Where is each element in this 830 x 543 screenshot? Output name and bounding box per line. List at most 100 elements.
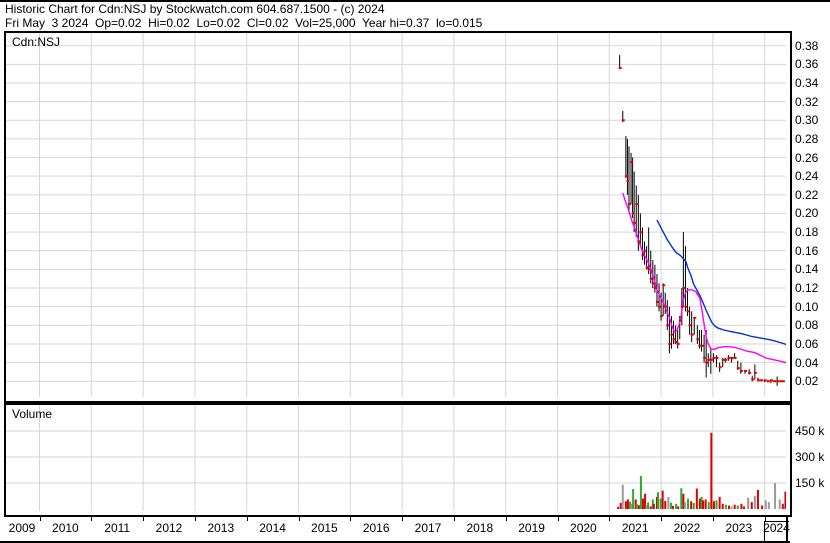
year-label: 2017	[414, 521, 442, 535]
price-tick-label: 0.38	[795, 38, 819, 53]
volume-bar	[724, 504, 727, 509]
year-tick	[505, 515, 507, 521]
price-tick-label: 0.26	[795, 150, 819, 165]
close-tick	[686, 310, 690, 313]
volume-tick-label: 300 k	[795, 450, 825, 464]
price-chart-canvas	[6, 33, 786, 397]
volume-bar	[715, 500, 718, 509]
close-tick	[633, 221, 637, 224]
volume-bar	[635, 503, 638, 509]
close-tick	[744, 369, 748, 372]
year-label: 2015	[311, 521, 338, 535]
price-tick-label: 0.32	[795, 94, 819, 109]
volume-bar	[727, 505, 730, 509]
volume-tick-label: 150 k	[795, 476, 825, 490]
close-tick	[756, 379, 760, 382]
close-tick	[730, 356, 734, 359]
volume-bar	[710, 432, 713, 509]
close-tick	[653, 287, 657, 290]
close-tick	[748, 371, 752, 374]
close-tick	[649, 277, 653, 280]
price-axis: 0.38 0.36 0.34 0.32 0.30 0.28 0.26 0.24 0.22 0.20…	[792, 0, 830, 400]
year-label: 2018	[466, 521, 494, 535]
volume-bar	[680, 488, 683, 509]
volume-bar	[649, 506, 652, 509]
close-tick	[703, 356, 707, 359]
close-tick	[672, 338, 676, 341]
volume-bar	[750, 502, 753, 509]
volume-label: Volume	[12, 407, 53, 421]
volume-bar	[652, 503, 655, 509]
volume-bar	[632, 489, 635, 509]
close-tick	[760, 379, 764, 382]
symbol-label: Cdn:NSJ	[12, 35, 61, 49]
close-tick	[658, 305, 662, 308]
year-label: 2021	[621, 521, 649, 535]
close-tick	[781, 380, 785, 383]
quote-summary: Fri May 3 2024 Op=0.02 Hi=0.02 Lo=0.02 C…	[5, 16, 483, 30]
close-tick	[773, 380, 777, 383]
close-tick	[651, 282, 655, 285]
close-tick	[733, 356, 737, 359]
volume-bar	[675, 503, 678, 509]
volume-bar	[677, 506, 680, 509]
close-tick	[712, 356, 716, 359]
volume-bar	[774, 483, 777, 509]
close-tick	[693, 316, 697, 319]
volume-bar	[704, 499, 707, 509]
price-tick-label: 0.02	[795, 374, 819, 389]
close-tick	[664, 305, 668, 308]
close-tick	[630, 161, 634, 164]
volume-panel: Volume	[4, 403, 792, 517]
close-tick	[676, 342, 680, 345]
volume-bar	[690, 501, 693, 509]
close-tick	[696, 338, 700, 341]
year-tick	[712, 515, 714, 521]
close-tick	[624, 175, 628, 178]
volume-bar	[621, 484, 624, 509]
close-tick	[637, 240, 641, 243]
volume-bar	[736, 505, 739, 509]
volume-bar	[756, 489, 759, 509]
year-tick	[246, 515, 248, 521]
volume-bar	[667, 496, 670, 509]
price-tick-label: 0.06	[795, 336, 819, 351]
close-tick	[635, 203, 639, 206]
axis-right-border	[786, 515, 788, 541]
price-panel: Cdn:NSJ	[4, 31, 792, 403]
volume-bar	[672, 505, 675, 509]
year-label: 2009	[8, 521, 36, 535]
close-tick	[705, 361, 709, 364]
price-tick-label: 0.08	[795, 318, 819, 333]
close-tick	[670, 333, 674, 336]
year-label: 2013	[207, 521, 235, 535]
volume-bar	[619, 502, 622, 509]
close-tick	[718, 366, 722, 369]
year-tick	[661, 515, 663, 521]
close-tick	[666, 324, 670, 327]
close-tick	[751, 378, 755, 381]
year-label: 2010	[52, 521, 79, 535]
volume-bar	[639, 476, 642, 509]
close-tick	[776, 380, 780, 383]
close-tick	[643, 249, 647, 252]
close-tick	[660, 314, 664, 317]
volume-bar	[707, 502, 710, 509]
price-tick-label: 0.30	[795, 113, 819, 128]
volume-bar	[669, 502, 672, 509]
volume-bar	[733, 504, 736, 509]
volume-bar	[641, 498, 644, 509]
year-tick	[91, 515, 93, 521]
price-tick-label: 0.24	[795, 169, 819, 184]
volume-bar	[702, 500, 705, 509]
volume-chart-canvas	[6, 405, 786, 511]
close-tick	[655, 301, 659, 303]
close-tick	[721, 358, 725, 361]
close-tick	[647, 268, 651, 271]
year-tick	[402, 515, 404, 521]
close-tick	[688, 324, 692, 327]
year-label: 2014	[259, 521, 286, 535]
close-tick	[727, 356, 731, 359]
stockwatch-historic-chart: Historic Chart for Cdn:NSJ by Stockwatch…	[0, 0, 830, 543]
volume-bar	[740, 503, 743, 509]
